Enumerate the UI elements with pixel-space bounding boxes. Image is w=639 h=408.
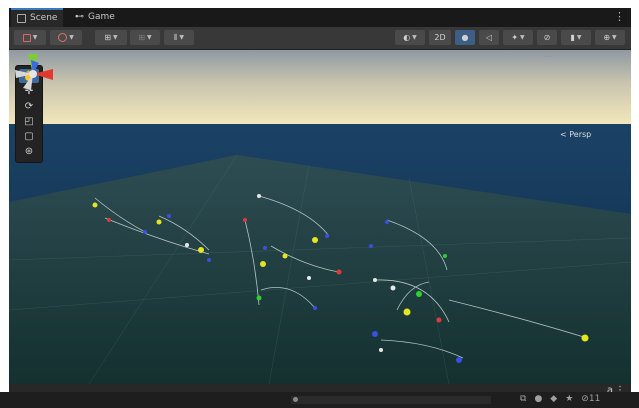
orientation-gizmo[interactable] — [9, 50, 57, 98]
cloud-icon[interactable]: ◆ — [550, 394, 557, 404]
gizmo-globe-icon: ⊕ — [603, 33, 611, 42]
chevron-down-icon: ▼ — [576, 34, 582, 41]
tab-menu-icon[interactable]: ⋮ — [614, 10, 625, 23]
scene-toolbar: ▼ ▼ ⊞ ▼ ⊞ ▼ ⫴ ▼ ◐ ▼ 2D ● ◁ ✦ ▼ ⊘ ▮ ▼ ⊕ ▼ — [9, 27, 631, 50]
status-icons: ⧉ ● ◆ ★ ⊘11 — [520, 394, 600, 404]
status-bar: ⧉ ● ◆ ★ ⊘11 — [0, 392, 639, 408]
eye-slash-icon: ⊘ — [543, 33, 551, 42]
mode-2d-label: 2D — [434, 33, 446, 42]
scene-icon — [17, 14, 26, 23]
rect-tool-icon[interactable]: ▢ — [19, 129, 39, 143]
effects-dropdown[interactable]: ✦ ▼ — [503, 30, 533, 45]
draw-mode-icon — [22, 33, 31, 42]
gizmo-menu-icon[interactable] — [543, 52, 553, 57]
lightbulb-icon: ● — [461, 33, 469, 42]
snap-icon: ⊞ — [138, 33, 146, 42]
chevron-down-icon: ▼ — [147, 34, 152, 41]
align-dropdown[interactable]: ⫴ ▼ — [164, 30, 194, 45]
lighting-toggle[interactable]: ● — [455, 30, 475, 45]
hidden-count-value: 11 — [588, 394, 601, 404]
audio-icon: ◁ — [485, 33, 493, 42]
chevron-down-icon: ▼ — [412, 34, 417, 41]
progress-indicator — [293, 397, 298, 402]
transform-tool-icon[interactable]: ⊛ — [19, 144, 39, 158]
collab-icon[interactable]: ⧉ — [520, 394, 526, 404]
shading-sphere-icon: ◐ — [403, 33, 411, 42]
chevron-down-icon: ▼ — [113, 34, 118, 41]
scene-viewport[interactable]: ✋ ✛ ⟳ ◰ ▢ ⊛ < Persp — [9, 50, 631, 384]
scale-tool-icon[interactable]: ◰ — [19, 114, 39, 128]
chevron-down-icon: ▼ — [69, 34, 74, 41]
mode-2d-toggle[interactable]: 2D — [429, 30, 451, 45]
tab-game[interactable]: ⊷ Game — [69, 8, 121, 27]
camera-dropdown[interactable]: ▮ ▼ — [561, 30, 591, 45]
gizmos-dropdown[interactable]: ⊕ ▼ — [595, 30, 625, 45]
tab-scene-label: Scene — [30, 13, 58, 23]
align-icon: ⫴ — [174, 32, 178, 42]
star-icon[interactable]: ★ — [565, 394, 573, 404]
chevron-down-icon: ▼ — [520, 34, 525, 41]
tab-bar: Scene ⊷ Game ⋮ — [9, 8, 631, 27]
gizmo-center — [29, 70, 37, 78]
shading-mode-dropdown[interactable]: ◐ ▼ — [395, 30, 425, 45]
rotate-tool-icon[interactable]: ⟳ — [19, 99, 39, 113]
grid-snap-icon: ⊞ — [104, 33, 112, 42]
tab-game-label: Game — [88, 12, 115, 22]
scene-render — [9, 50, 631, 384]
tab-scene[interactable]: Scene — [11, 8, 64, 27]
chevron-down-icon: ▼ — [612, 34, 617, 41]
gizmo-globe-dropdown[interactable]: ▼ — [50, 30, 82, 45]
gamepad-icon: ⊷ — [75, 12, 84, 22]
scene-view-window: Scene ⊷ Game ⋮ ▼ ▼ ⊞▼ ⊞▼ ⫴▼ ◐▼ 2D ● — [9, 8, 631, 400]
chevron-down-icon: ▼ — [179, 34, 184, 41]
chevron-down-icon: ▼ — [32, 34, 38, 41]
hidden-count[interactable]: ⊘11 — [581, 394, 600, 404]
effects-icon: ✦ — [511, 33, 519, 42]
account-icon[interactable]: ● — [534, 394, 542, 404]
increment-snap-dropdown[interactable]: ⊞ ▼ — [130, 30, 160, 45]
grid-snap-dropdown[interactable]: ⊞ ▼ — [95, 30, 127, 45]
progress-bar — [291, 396, 491, 404]
globe-icon — [58, 33, 68, 42]
projection-label[interactable]: < Persp — [560, 130, 591, 139]
camera-icon: ▮ — [570, 33, 575, 42]
hidden-objects-toggle[interactable]: ⊘ — [537, 30, 557, 45]
sky — [9, 50, 631, 124]
audio-toggle[interactable]: ◁ — [479, 30, 499, 45]
draw-mode-dropdown[interactable]: ▼ — [14, 30, 46, 45]
